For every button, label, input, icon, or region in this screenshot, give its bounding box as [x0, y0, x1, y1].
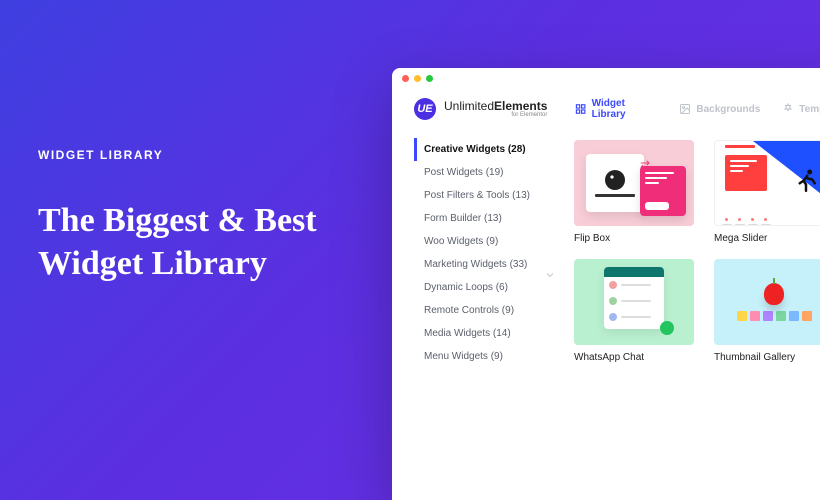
tab-label: Templates [799, 104, 820, 115]
brand-text: UnlimitedElements for Elementor [444, 100, 547, 118]
stage: WIDGET LIBRARY The Biggest & Best Widget… [0, 0, 820, 500]
widget-thumb [574, 259, 694, 345]
image-icon [679, 103, 691, 115]
brand-logo-icon: UE [414, 98, 436, 120]
tab-templates[interactable]: Templates [782, 98, 820, 120]
tab-widget-library[interactable]: Widget Library [575, 98, 657, 120]
sidebar: Creative Widgets (28) Post Widgets (19) … [414, 138, 554, 368]
widget-card-thumbnail-gallery[interactable]: Thumbnail Gallery [714, 259, 820, 368]
widget-label: Flip Box [574, 233, 694, 244]
widget-card-whatsapp-chat[interactable]: WhatsApp Chat [574, 259, 694, 368]
window-titlebar [392, 68, 820, 88]
app-window: UE UnlimitedElements for Elementor Widge… [392, 68, 820, 500]
apple-icon [764, 283, 784, 305]
window-minimize-icon[interactable] [414, 75, 421, 82]
brand: UE UnlimitedElements for Elementor [414, 98, 547, 120]
tab-backgrounds[interactable]: Backgrounds [679, 98, 760, 120]
sidebar-item-marketing-widgets[interactable]: Marketing Widgets (33) [414, 253, 554, 276]
widget-label: WhatsApp Chat [574, 352, 694, 363]
hero-headline: The Biggest & Best Widget Library [38, 200, 398, 285]
app-body: Creative Widgets (28) Post Widgets (19) … [392, 128, 820, 368]
sidebar-item-woo-widgets[interactable]: Woo Widgets (9) [414, 230, 554, 253]
sidebar-item-menu-widgets[interactable]: Menu Widgets (9) [414, 345, 554, 368]
bell-icon [782, 103, 794, 115]
sidebar-item-creative-widgets[interactable]: Creative Widgets (28) [414, 138, 554, 161]
window-zoom-icon[interactable] [426, 75, 433, 82]
widget-thumb: ⇄ [574, 140, 694, 226]
runner-icon [791, 163, 820, 201]
widget-label: Thumbnail Gallery [714, 352, 820, 363]
whatsapp-fab-icon [660, 321, 674, 335]
widget-thumb [714, 140, 820, 226]
widget-card-mega-slider[interactable]: Mega Slider [714, 140, 820, 249]
grid-icon [575, 103, 586, 115]
hero: WIDGET LIBRARY The Biggest & Best Widget… [38, 148, 398, 285]
tab-label: Widget Library [592, 98, 658, 120]
widget-label: Mega Slider [714, 233, 820, 244]
sidebar-item-form-builder[interactable]: Form Builder (13) [414, 207, 554, 230]
sidebar-item-remote-controls[interactable]: Remote Controls (9) [414, 299, 554, 322]
sidebar-item-dynamic-loops[interactable]: Dynamic Loops (6) [414, 276, 554, 299]
widget-grid: ⇄ Flip Box [554, 138, 820, 368]
brand-name-a: Unlimited [444, 99, 494, 113]
window-close-icon[interactable] [402, 75, 409, 82]
widget-card-flip-box[interactable]: ⇄ Flip Box [574, 140, 694, 249]
chevron-down-icon[interactable] [544, 268, 556, 286]
widget-thumb [714, 259, 820, 345]
hero-eyebrow: WIDGET LIBRARY [38, 148, 398, 162]
sidebar-item-post-widgets[interactable]: Post Widgets (19) [414, 161, 554, 184]
header-tabs: Widget Library Backgrounds Templates [575, 98, 820, 120]
tab-label: Backgrounds [696, 104, 760, 115]
sidebar-item-post-filters[interactable]: Post Filters & Tools (13) [414, 184, 554, 207]
brand-name-b: Elements [494, 99, 547, 113]
app-header: UE UnlimitedElements for Elementor Widge… [392, 88, 820, 128]
sidebar-item-media-widgets[interactable]: Media Widgets (14) [414, 322, 554, 345]
